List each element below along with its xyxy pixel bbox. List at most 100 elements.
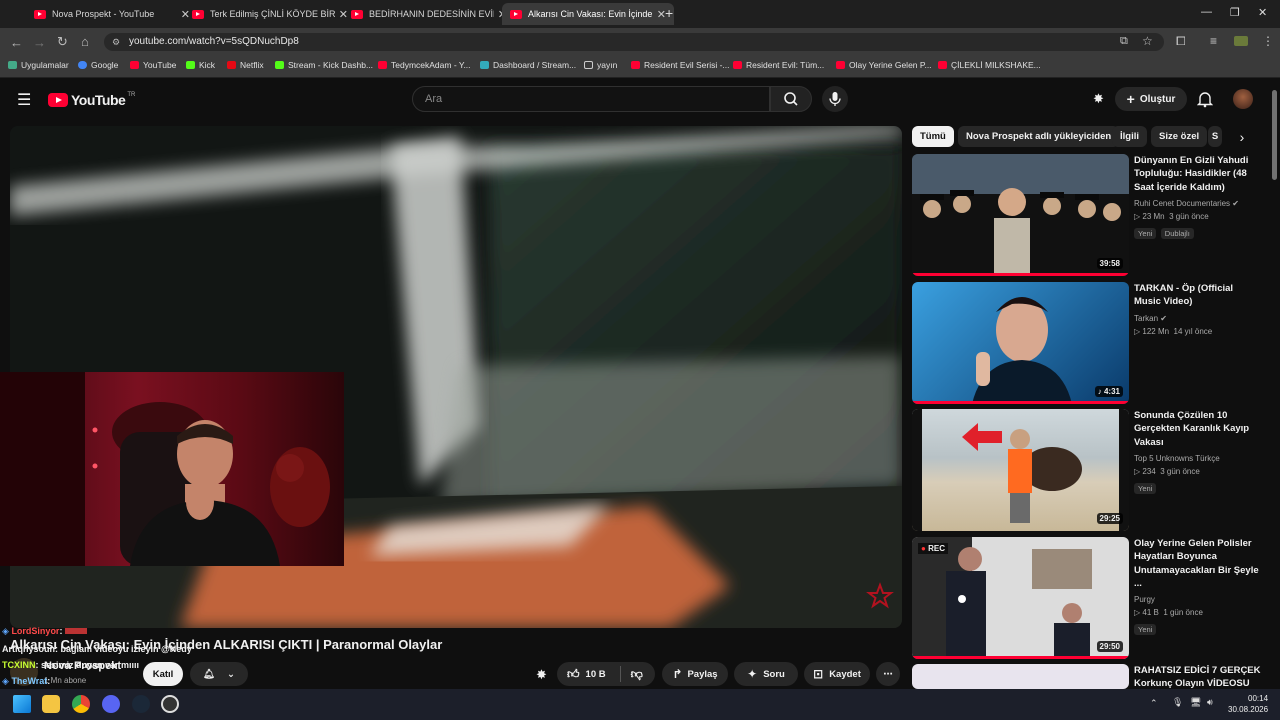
- premium-spark-icon[interactable]: ✸: [1093, 91, 1104, 107]
- back-icon[interactable]: ←: [10, 35, 23, 50]
- channel-name[interactable]: Ruhi Cenet Documentaries: [1134, 199, 1230, 208]
- verified-icon: ✔: [1160, 313, 1167, 323]
- bookmark-item[interactable]: Google: [78, 60, 118, 70]
- bookmark-item[interactable]: Netflix: [227, 60, 264, 70]
- channel-name[interactable]: Top 5 Unknowns Türkçe: [1134, 452, 1262, 465]
- chrome-icon[interactable]: [72, 695, 90, 713]
- file-explorer-icon[interactable]: [42, 695, 60, 713]
- video-duration: 29:25: [1096, 513, 1123, 524]
- bookmark-item[interactable]: Stream - Kick Dashb...: [275, 60, 373, 70]
- windows-start-icon[interactable]: [13, 695, 31, 713]
- like-button[interactable]: 👍︎ 10 B: [567, 667, 606, 682]
- more-actions-button[interactable]: ⋯: [876, 662, 900, 686]
- browser-tab[interactable]: BEDİRHANIN DEDESİNİN EVİNDE✕: [343, 3, 515, 25]
- recommendation-info[interactable]: Dünyanın En Gizli Yahudi Topluluğu: Hasi…: [1134, 154, 1262, 241]
- chat-badge-icon: ◈: [2, 626, 9, 636]
- more-icon: ⋯: [883, 668, 893, 680]
- recommendation-title[interactable]: Sonunda Çözülen 10 Gerçekten Karanlık Ka…: [1134, 409, 1262, 449]
- search-input[interactable]: Ara: [412, 86, 770, 112]
- filter-chip-more[interactable]: S: [1208, 126, 1222, 147]
- save-button[interactable]: ⊡ Kaydet: [804, 662, 870, 686]
- recommendation-info[interactable]: TARKAN - Öp (Official Music Video) Tarka…: [1134, 282, 1262, 338]
- recommendation-title[interactable]: Dünyanın En Gizli Yahudi Topluluğu: Hasi…: [1134, 154, 1262, 194]
- kick-icon: [275, 61, 284, 69]
- filter-chip-all[interactable]: Tümü: [912, 126, 954, 147]
- bookmark-item[interactable]: Resident Evil: Tüm...: [733, 60, 824, 70]
- discord-icon[interactable]: [102, 695, 120, 713]
- ai-spark-icon[interactable]: ✸: [536, 667, 547, 683]
- bookmark-item[interactable]: Olay Yerine Gelen P...: [836, 60, 932, 70]
- forward-icon[interactable]: →: [33, 35, 46, 50]
- bookmark-item[interactable]: TedymcekAdam - Y...: [378, 60, 471, 70]
- system-clock[interactable]: 00:14 30.08.2026: [1228, 693, 1268, 715]
- bookmark-item[interactable]: ÇİLEKLİ MILKSHAKE...: [938, 60, 1041, 70]
- recommendation-thumbnail[interactable]: 39:58: [912, 154, 1129, 276]
- site-info-icon[interactable]: ⚙: [112, 37, 120, 48]
- thumbs-up-icon: 👍︎: [567, 666, 580, 681]
- create-button[interactable]: + Oluştur: [1115, 87, 1187, 111]
- bookmark-item[interactable]: Uygulamalar: [8, 60, 69, 70]
- recommendation-info[interactable]: Sonunda Çözülen 10 Gerçekten Karanlık Ka…: [1134, 409, 1262, 496]
- browser-menu-icon[interactable]: ⋮: [1262, 34, 1274, 48]
- minimize-icon[interactable]: —: [1201, 6, 1212, 18]
- recommendation-thumbnail[interactable]: ● REC 29:50: [912, 537, 1129, 659]
- recommendation-title[interactable]: RAHATSIZ EDİCİ 7 GERÇEK Korkunç Olayın V…: [1134, 664, 1262, 689]
- channel-name[interactable]: Purgy: [1134, 593, 1262, 606]
- play-icon: ▷: [1134, 326, 1141, 336]
- home-icon[interactable]: ⌂: [81, 34, 89, 49]
- volume-icon[interactable]: 🔊︎: [1207, 697, 1213, 708]
- hamburger-menu-icon[interactable]: ☰: [17, 90, 31, 110]
- dislike-button[interactable]: 👎︎: [631, 667, 643, 682]
- recommendation-info[interactable]: RAHATSIZ EDİCİ 7 GERÇEK Korkunç Olayın V…: [1134, 664, 1262, 689]
- share-button[interactable]: ↱ Paylaş: [662, 662, 728, 686]
- browser-tab[interactable]: Terk Edilmiş ÇİNLİ KÖYDE BİR GECE✕: [184, 3, 356, 25]
- recommendation-thumbnail[interactable]: ♪ 4:31: [912, 282, 1129, 404]
- recommendation-title[interactable]: Olay Yerine Gelen Polisler Hayatları Boy…: [1134, 537, 1262, 590]
- extensions-icon[interactable]: ⧠: [1176, 34, 1186, 49]
- filter-chip-related[interactable]: İlgili: [1112, 126, 1147, 147]
- maximize-icon[interactable]: ❐: [1230, 6, 1240, 19]
- channel-name[interactable]: Tarkan: [1134, 314, 1158, 323]
- new-tab-button[interactable]: +: [665, 5, 673, 21]
- media-control-icon[interactable]: ≡: [1210, 34, 1217, 48]
- notifications-bell-icon[interactable]: [1196, 90, 1214, 113]
- youtube-icon: [938, 61, 947, 69]
- youtube-play-icon: [48, 93, 68, 107]
- install-app-icon[interactable]: ⧉: [1120, 35, 1128, 48]
- bookmark-folder[interactable]: yayın: [584, 60, 617, 70]
- recommendation-thumbnail[interactable]: 29:25: [912, 409, 1129, 531]
- verified-icon: ✔: [1232, 198, 1239, 208]
- voice-search-button[interactable]: [822, 86, 848, 112]
- netflix-icon: [227, 61, 236, 69]
- user-avatar[interactable]: [1233, 89, 1253, 109]
- bookmark-item[interactable]: Kick: [186, 60, 215, 70]
- app-icon[interactable]: [161, 695, 179, 713]
- recommendation-info[interactable]: Olay Yerine Gelen Polisler Hayatları Boy…: [1134, 537, 1262, 637]
- chevron-right-icon[interactable]: ›: [1230, 126, 1254, 148]
- close-window-icon[interactable]: ✕: [1258, 6, 1267, 19]
- subscribed-notifications-button[interactable]: 🔔︎ ⌄: [190, 662, 248, 686]
- bookmark-star-icon[interactable]: ☆: [1142, 34, 1153, 48]
- steam-icon[interactable]: [132, 695, 150, 713]
- join-button[interactable]: Katıl: [143, 662, 183, 686]
- profile-icon[interactable]: [1234, 36, 1248, 46]
- filter-chip-for-you[interactable]: Size özel: [1151, 126, 1208, 147]
- ask-button[interactable]: ✦ Soru: [734, 662, 798, 686]
- chevron-up-icon[interactable]: ⌃: [1150, 698, 1158, 709]
- browser-tab-active[interactable]: Alkarısı Cin Vakası: Evin İçinden ✕: [502, 3, 674, 25]
- page-scrollbar[interactable]: [1272, 90, 1277, 180]
- recommendation-title[interactable]: TARKAN - Öp (Official Music Video): [1134, 282, 1262, 309]
- reload-icon[interactable]: ↻: [57, 34, 68, 50]
- browser-tab[interactable]: Nova Prospekt - YouTube ✕: [26, 3, 198, 25]
- microphone-tray-icon[interactable]: 🎙︎: [1172, 697, 1183, 708]
- bookmark-item[interactable]: Dashboard / Stream...: [480, 60, 576, 70]
- youtube-favicon-icon: [34, 9, 46, 19]
- bookmark-item[interactable]: Resident Evil Serisi -...: [631, 60, 730, 70]
- bookmark-item[interactable]: YouTube: [130, 60, 176, 70]
- youtube-logo[interactable]: YouTube TR: [48, 92, 135, 108]
- search-button[interactable]: [770, 86, 812, 112]
- apps-icon: [8, 61, 17, 69]
- filter-chip-uploader[interactable]: Nova Prospekt adlı yükleyiciden: [958, 126, 1120, 147]
- recommendation-thumbnail[interactable]: [912, 664, 1129, 689]
- network-icon[interactable]: 🖥︎: [1190, 697, 1201, 708]
